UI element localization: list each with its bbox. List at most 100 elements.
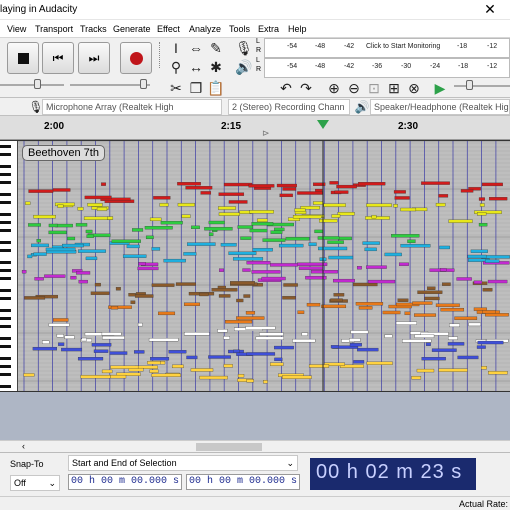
midi-note[interactable] (391, 234, 420, 238)
snap-to-select[interactable]: Off ⌄ (10, 475, 60, 491)
menu-tracks[interactable]: Tracks (80, 24, 107, 34)
midi-note[interactable] (94, 282, 101, 287)
midi-note[interactable] (91, 343, 112, 347)
midi-note[interactable] (407, 239, 416, 243)
midi-note[interactable] (23, 373, 35, 377)
midi-note[interactable] (78, 279, 88, 284)
midi-note[interactable] (421, 181, 450, 185)
audio-position-display[interactable]: 00 h 02 m 23 s (310, 458, 476, 490)
midi-note[interactable] (48, 323, 70, 327)
midi-note[interactable] (246, 379, 254, 383)
midi-note[interactable] (177, 182, 201, 186)
midi-note[interactable] (478, 223, 488, 227)
midi-note[interactable] (442, 282, 451, 286)
midi-note[interactable] (208, 355, 231, 359)
midi-note[interactable] (208, 220, 225, 225)
midi-note[interactable] (56, 334, 64, 338)
midi-note[interactable] (31, 243, 49, 248)
midi-note[interactable] (191, 225, 200, 230)
midi-note[interactable] (332, 278, 355, 283)
midi-note[interactable] (282, 375, 312, 379)
midi-note[interactable] (328, 255, 354, 260)
midi-note[interactable] (101, 369, 113, 374)
midi-note[interactable] (479, 203, 485, 207)
midi-note[interactable] (470, 249, 488, 253)
midi-note[interactable] (257, 218, 268, 223)
midi-note[interactable] (220, 243, 237, 247)
midi-note[interactable] (149, 217, 162, 222)
midi-note[interactable] (134, 350, 145, 354)
midi-note[interactable] (70, 275, 77, 280)
midi-note[interactable] (329, 181, 339, 185)
draw-tool-icon[interactable]: ✎ (208, 40, 224, 56)
midi-note[interactable] (55, 223, 73, 228)
midi-note[interactable] (237, 374, 245, 378)
midi-note[interactable] (186, 355, 198, 360)
menu-generate[interactable]: Generate (113, 24, 151, 34)
midi-note[interactable] (251, 222, 274, 226)
midi-note[interactable] (172, 364, 184, 369)
midi-note[interactable] (362, 241, 380, 245)
midi-note[interactable] (283, 283, 298, 287)
midi-note[interactable] (151, 283, 175, 287)
skip-start-button[interactable]: ⏮ (42, 42, 74, 74)
midi-note[interactable] (233, 257, 264, 261)
play-speed-slider[interactable] (454, 85, 510, 87)
midi-note[interactable] (481, 182, 503, 187)
midi-note[interactable] (115, 287, 121, 291)
midi-note[interactable] (262, 238, 286, 242)
midi-note[interactable] (489, 197, 508, 201)
stop-button[interactable] (7, 42, 39, 74)
midi-note[interactable] (481, 366, 487, 370)
midi-note[interactable] (107, 216, 114, 220)
midi-note[interactable] (306, 303, 321, 307)
midi-note[interactable] (58, 342, 65, 346)
midi-note[interactable] (460, 189, 474, 193)
midi-note[interactable] (327, 240, 344, 244)
midi-note[interactable] (439, 268, 447, 272)
midi-note[interactable] (246, 261, 271, 265)
gain-slider[interactable] (70, 84, 150, 86)
selection-tool-icon[interactable]: I (168, 40, 184, 56)
midi-note[interactable] (177, 203, 195, 207)
menu-help[interactable]: Help (288, 24, 307, 34)
midi-note[interactable] (338, 236, 352, 241)
zoom-tool-icon[interactable]: ⚲ (168, 59, 184, 75)
channels-select[interactable]: 2 (Stereo) Recording Chann (228, 99, 350, 115)
toolbar-grip[interactable] (159, 42, 162, 68)
midi-note[interactable] (122, 254, 147, 258)
midi-note[interactable] (248, 184, 275, 188)
midi-note[interactable] (476, 345, 486, 349)
midi-note[interactable] (126, 244, 140, 249)
midi-note[interactable] (28, 189, 54, 193)
midi-note[interactable] (394, 196, 410, 200)
midi-note[interactable] (44, 274, 66, 278)
midi-note[interactable] (261, 276, 286, 281)
midi-note[interactable] (144, 226, 173, 230)
midi-note[interactable] (292, 215, 322, 219)
midi-note[interactable] (163, 258, 186, 263)
midi-note[interactable] (96, 207, 108, 211)
midi-note[interactable] (488, 371, 508, 375)
midi-note[interactable] (350, 330, 369, 334)
midi-note[interactable] (355, 302, 384, 306)
midi-note[interactable] (190, 368, 214, 372)
midi-note[interactable] (431, 348, 457, 352)
midi-note[interactable] (399, 262, 409, 266)
midi-note[interactable] (454, 316, 478, 320)
midi-note[interactable] (301, 332, 308, 336)
midi-note[interactable] (297, 310, 305, 314)
record-button[interactable] (120, 42, 152, 74)
midi-note[interactable] (236, 298, 244, 303)
horizontal-scrollbar[interactable]: ‹ (0, 440, 510, 452)
midi-note[interactable] (237, 225, 253, 229)
midi-note[interactable] (402, 339, 432, 343)
midi-note[interactable] (358, 306, 373, 310)
midi-note[interactable] (45, 247, 76, 252)
midi-note[interactable] (218, 206, 236, 210)
midi-note[interactable] (384, 334, 393, 338)
midi-note[interactable] (134, 294, 154, 298)
midi-note[interactable] (270, 230, 283, 234)
midi-note[interactable] (449, 323, 460, 328)
midi-note[interactable] (456, 277, 472, 281)
